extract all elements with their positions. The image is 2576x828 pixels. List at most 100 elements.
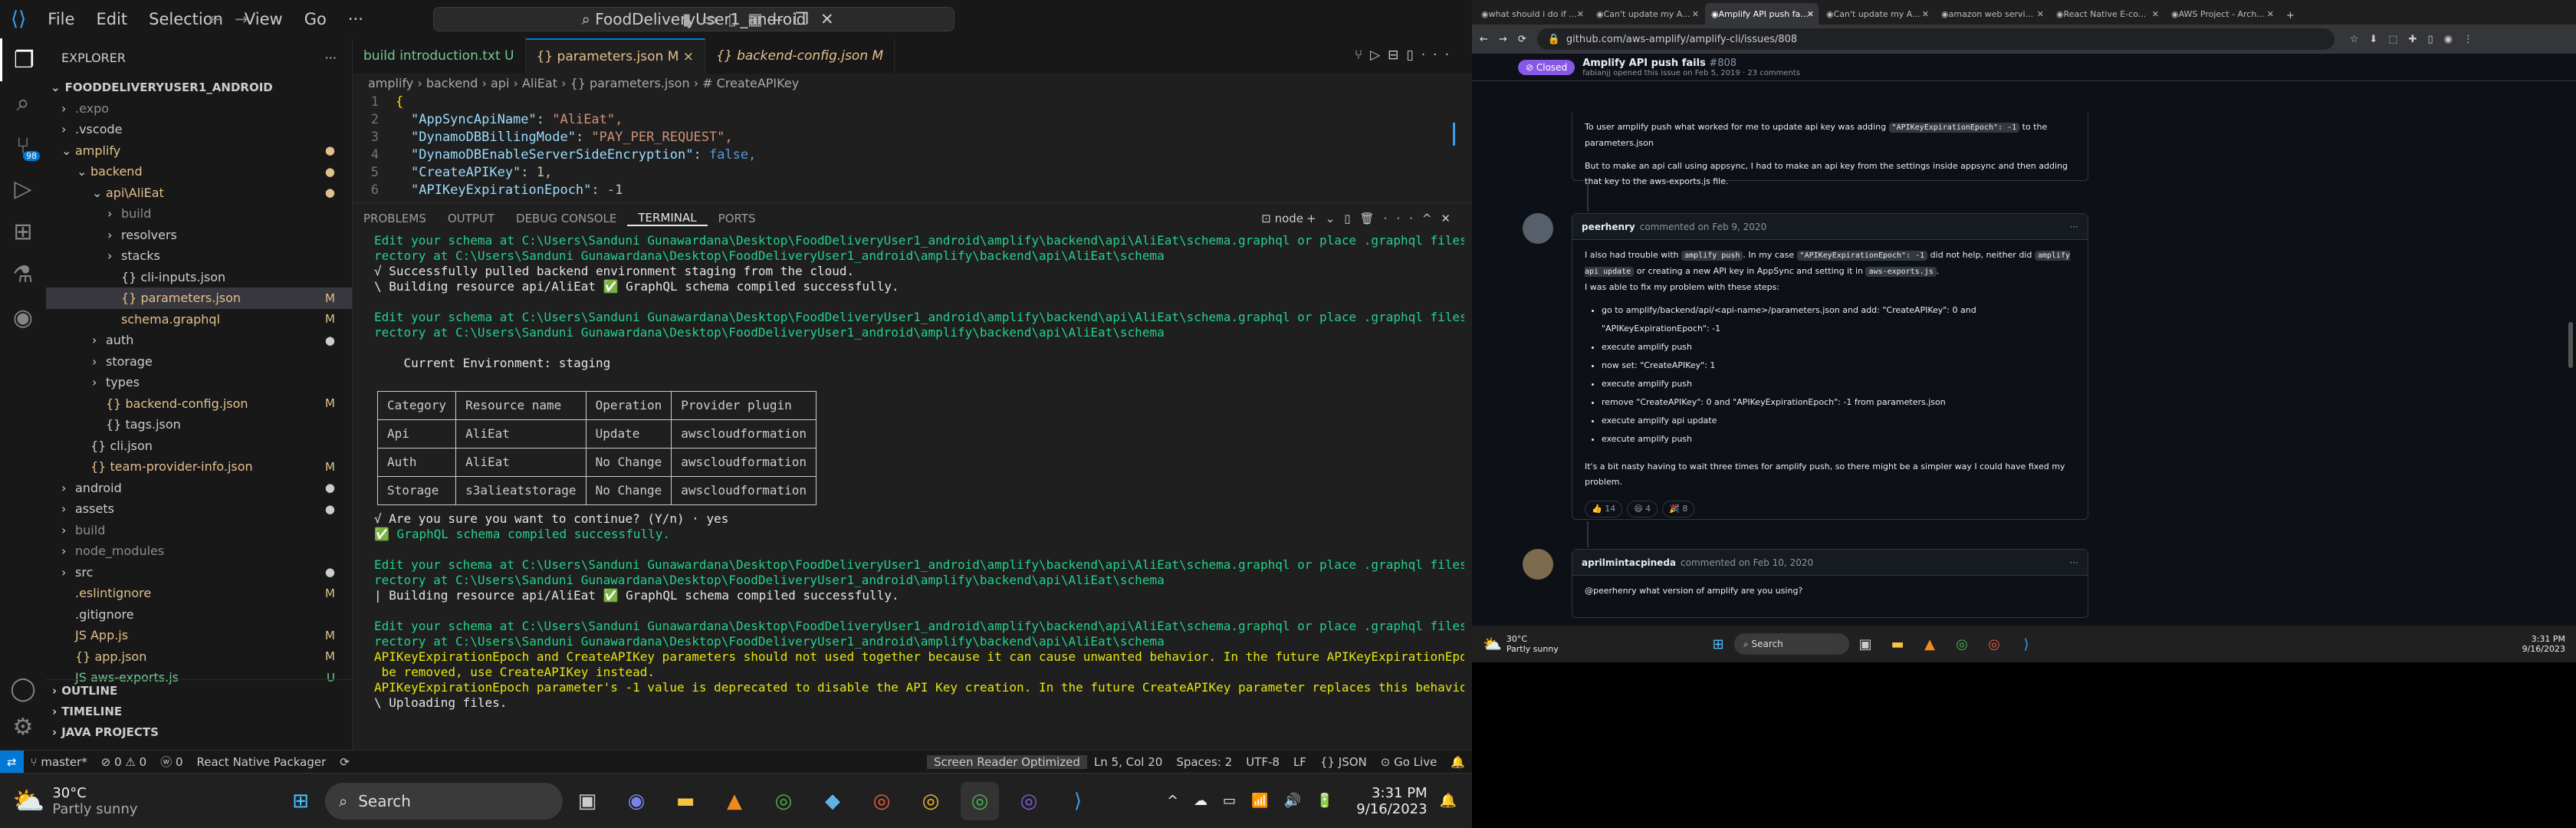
more-menu-icon[interactable]: ··· — [337, 10, 374, 28]
remote-indicator-icon[interactable]: ⇄ — [0, 750, 24, 774]
menu-file[interactable]: File — [37, 10, 85, 28]
problems-count[interactable]: ⊘ 0 ⚠ 0 — [94, 755, 153, 769]
terminal-output[interactable]: Edit your schema at C:\Users\Sanduni Gun… — [353, 233, 1472, 751]
explorer-icon[interactable]: ❐ — [0, 38, 46, 81]
notification-icon[interactable]: 🔔 — [1440, 793, 1457, 809]
file-explorer-icon[interactable]: ▬ — [666, 782, 705, 820]
tab-backend-config[interactable]: {} backend-config.json M — [705, 38, 895, 74]
address-bar[interactable]: 🔒 github.com/aws-amplify/amplify-cli/iss… — [1536, 28, 2334, 50]
c3-more-icon[interactable]: ··· — [2070, 557, 2078, 568]
terminal-shell-label[interactable]: ⊡ node — [1261, 212, 1303, 225]
testing-icon[interactable]: ⚗ — [0, 253, 46, 296]
tab-close-icon[interactable]: ✕ — [2152, 9, 2159, 19]
tree-item[interactable]: › src ● — [46, 562, 352, 583]
back-icon[interactable]: ← — [1480, 34, 1488, 45]
reload-icon[interactable]: ⟳ — [1518, 34, 1526, 45]
chrome-icon[interactable]: ◎ — [764, 782, 803, 820]
forward-icon[interactable]: → — [1499, 34, 1507, 45]
tree-item[interactable]: › resolvers — [46, 225, 352, 246]
teams-icon[interactable]: ◉ — [617, 782, 656, 820]
screen-reader-status[interactable]: Screen Reader Optimized — [926, 755, 1087, 769]
tab-ports[interactable]: PORTS — [708, 212, 767, 225]
mini-app-4-icon[interactable]: ◎ — [1948, 630, 1976, 658]
system-tray[interactable]: ^☁▭📶🔊🔋 3:31 PM 9/16/2023 🔔 — [1167, 785, 1457, 817]
chrome-tab[interactable]: ◉ AWS Project - Arch... ✕ — [2165, 3, 2279, 25]
mini-app-6-icon[interactable]: ⟩ — [2013, 630, 2040, 658]
tree-item[interactable]: › auth ● — [46, 330, 352, 351]
tree-item[interactable]: › assets ● — [46, 498, 352, 520]
layout-icons[interactable]: ▮▭▯▦ — [682, 10, 774, 28]
taskbar-search[interactable]: ⌕ Search — [325, 782, 563, 820]
account-icon[interactable]: ◯ — [0, 667, 46, 710]
tree-item[interactable]: › stacks — [46, 245, 352, 267]
vlc-icon[interactable]: ▲ — [715, 782, 754, 820]
settings-gear-icon[interactable]: ⚙ — [0, 705, 46, 748]
tree-item[interactable]: › node_modules — [46, 540, 352, 562]
task-view-icon[interactable]: ▣ — [568, 782, 606, 820]
c2-username[interactable]: peerhenry — [1582, 222, 1635, 232]
git-branch[interactable]: ⑂ master* — [24, 755, 94, 769]
indentation[interactable]: Spaces: 2 — [1169, 755, 1239, 769]
language-mode[interactable]: {} JSON — [1313, 755, 1374, 769]
explorer-more-icon[interactable]: ··· — [325, 51, 337, 65]
reaction-hooray[interactable]: 🎉 8 — [1662, 501, 1695, 518]
avatar-aprilmintacpineda[interactable] — [1523, 549, 1553, 580]
tab-close-icon[interactable]: ✕ — [1577, 9, 1584, 19]
tree-item[interactable]: ⌄ api\AliEat ● — [46, 182, 352, 204]
tree-item[interactable]: .eslintignore M — [46, 583, 352, 604]
reaction-laugh[interactable]: 😄 4 — [1627, 501, 1658, 518]
tab-problems[interactable]: PROBLEMS — [353, 212, 437, 225]
mini-app-3-icon[interactable]: ▲ — [1916, 630, 1944, 658]
tree-item[interactable]: .gitignore — [46, 604, 352, 626]
tree-item[interactable]: {} tags.json — [46, 414, 352, 435]
chrome-profile-icon[interactable]: ◎ — [863, 782, 901, 820]
tree-item[interactable]: › types — [46, 372, 352, 393]
editor-actions-icon[interactable]: ⑂▷⊟▯··· — [1355, 48, 1457, 63]
ports-count[interactable]: ⓦ 0 — [153, 754, 189, 770]
sync-icon[interactable]: ⟳ — [333, 755, 356, 769]
chrome-tab[interactable]: ◉ Amplify API push fa... ✕ — [1705, 3, 1819, 25]
c2-more-icon[interactable]: ··· — [2070, 222, 2078, 232]
c3-username[interactable]: aprilmintacpineda — [1582, 557, 1676, 568]
chrome-profile3-icon[interactable]: ◎ — [1010, 782, 1048, 820]
tab-terminal[interactable]: TERMINAL — [627, 211, 708, 226]
go-live[interactable]: ⊙ Go Live — [1374, 755, 1444, 769]
tree-item[interactable]: JS App.js M — [46, 625, 352, 646]
menu-edit[interactable]: Edit — [85, 10, 138, 28]
close-window-icon[interactable]: ✕ — [820, 10, 834, 28]
app-icon[interactable]: ◆ — [813, 782, 852, 820]
reaction-thumbs[interactable]: 👍 14 — [1585, 501, 1623, 518]
tree-item[interactable]: › build — [46, 520, 352, 541]
remote-icon[interactable]: ◉ — [0, 296, 46, 339]
chrome-tab[interactable]: ◉ Can't update my A... ✕ — [1820, 3, 1934, 25]
back-arrow-icon[interactable]: ← — [209, 10, 222, 28]
search-mini[interactable]: ⌕ Search — [1734, 633, 1849, 655]
tree-item[interactable]: ⌄ backend ● — [46, 161, 352, 182]
search-icon[interactable]: ⌕ — [0, 81, 46, 124]
chrome-tab[interactable]: ◉ amazon web servi... ✕ — [1935, 3, 2049, 25]
weather-mini[interactable]: ⛅ 30°C Partly sunny — [1472, 634, 1702, 654]
tree-item[interactable]: {} parameters.json M — [46, 288, 352, 309]
vscode-taskbar-icon[interactable]: ⟩ — [1059, 782, 1097, 820]
notifications-bell-icon[interactable]: 🔔 — [1444, 755, 1472, 769]
chrome-tab[interactable]: ◉ what should i do if ... ✕ — [1475, 3, 1589, 25]
tree-item[interactable]: ⌄ amplify ● — [46, 140, 352, 162]
mini-app-5-icon[interactable]: ◎ — [1980, 630, 2008, 658]
start-windows-icon[interactable]: ⊞ — [281, 782, 320, 820]
tab-close-icon[interactable]: ✕ — [1807, 9, 1814, 19]
run-debug-icon[interactable]: ▷ — [0, 167, 46, 210]
tab-close-icon[interactable]: ✕ — [1692, 9, 1699, 19]
start-mini-icon[interactable]: ⊞ — [1704, 630, 1732, 658]
tab-debug-console[interactable]: DEBUG CONSOLE — [505, 212, 627, 225]
tree-item[interactable]: {} app.json M — [46, 646, 352, 668]
tree-item[interactable]: › android ● — [46, 478, 352, 499]
panel-actions-icon[interactable]: +⌄▯🗑···^✕ — [1306, 212, 1460, 225]
section-java-projects[interactable]: › JAVA PROJECTS — [46, 721, 352, 742]
menu-go[interactable]: Go — [294, 10, 337, 28]
tab-parameters-json[interactable]: {} parameters.json M × — [525, 38, 706, 74]
weather-widget[interactable]: ⛅ 30°C Partly sunny — [0, 785, 276, 817]
section-outline[interactable]: › OUTLINE — [46, 680, 352, 701]
page-scrollbar[interactable] — [2568, 322, 2573, 368]
new-tab-icon[interactable]: + — [2280, 10, 2301, 25]
tab-build-introduction[interactable]: build introduction.txt U — [353, 38, 526, 74]
